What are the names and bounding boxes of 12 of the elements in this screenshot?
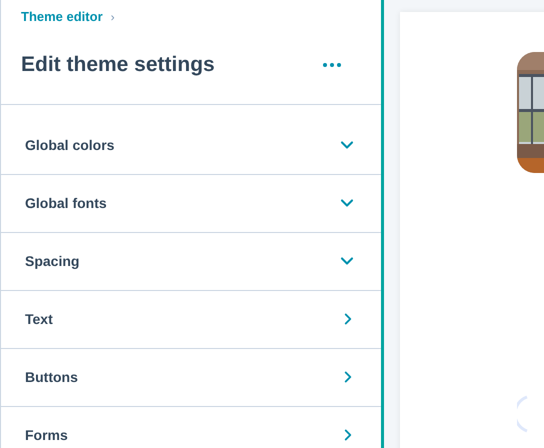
setting-label: Buttons [25, 368, 78, 386]
circle-outline-icon [517, 395, 528, 433]
setting-label: Text [25, 310, 53, 328]
breadcrumb-separator: › [110, 8, 115, 26]
panel-title: Edit theme settings [21, 52, 215, 78]
setting-label: Spacing [25, 252, 80, 271]
more-options-button[interactable] [323, 63, 341, 67]
setting-label: Global fonts [25, 194, 107, 212]
setting-label: Global colors [25, 136, 114, 154]
breadcrumb-link[interactable]: Theme editor [21, 7, 103, 26]
setting-label: Forms [25, 426, 68, 444]
more-icon [323, 63, 341, 67]
